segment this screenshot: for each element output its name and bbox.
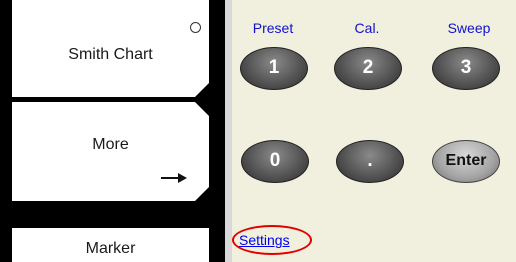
key-enter[interactable]: Enter — [432, 140, 500, 183]
softkey-panel: Smith Chart More Marker — [0, 0, 225, 262]
key-2[interactable]: 2 — [334, 47, 402, 90]
softkey-label-marker: Marker — [85, 240, 136, 257]
key-1[interactable]: 1 — [240, 47, 308, 90]
key-decimal[interactable]: . — [336, 140, 404, 183]
key-label-preset: Preset — [252, 20, 294, 36]
softkey-notch — [195, 102, 209, 116]
arrow-right-icon — [161, 173, 187, 183]
radio-circle-icon — [190, 22, 201, 33]
key-label-sweep: Sweep — [447, 20, 491, 36]
softkey-notch — [195, 187, 209, 201]
key-label-cal: Cal. — [354, 20, 380, 36]
softkey-marker[interactable]: Marker — [12, 228, 209, 262]
panel-divider — [225, 0, 232, 262]
key-3[interactable]: 3 — [432, 47, 500, 90]
key-0[interactable]: 0 — [241, 140, 309, 183]
keypad-panel: Preset Cal. Sweep 1 2 3 0 . Enter Settin… — [232, 0, 516, 262]
softkey-more[interactable]: More — [12, 102, 209, 201]
softkey-label-more: More — [92, 136, 129, 153]
settings-link[interactable]: Settings — [239, 232, 290, 248]
softkey-label-smith-chart: Smith Chart — [68, 46, 153, 63]
softkey-smith-chart[interactable]: Smith Chart — [12, 0, 209, 97]
softkey-notch — [195, 83, 209, 97]
